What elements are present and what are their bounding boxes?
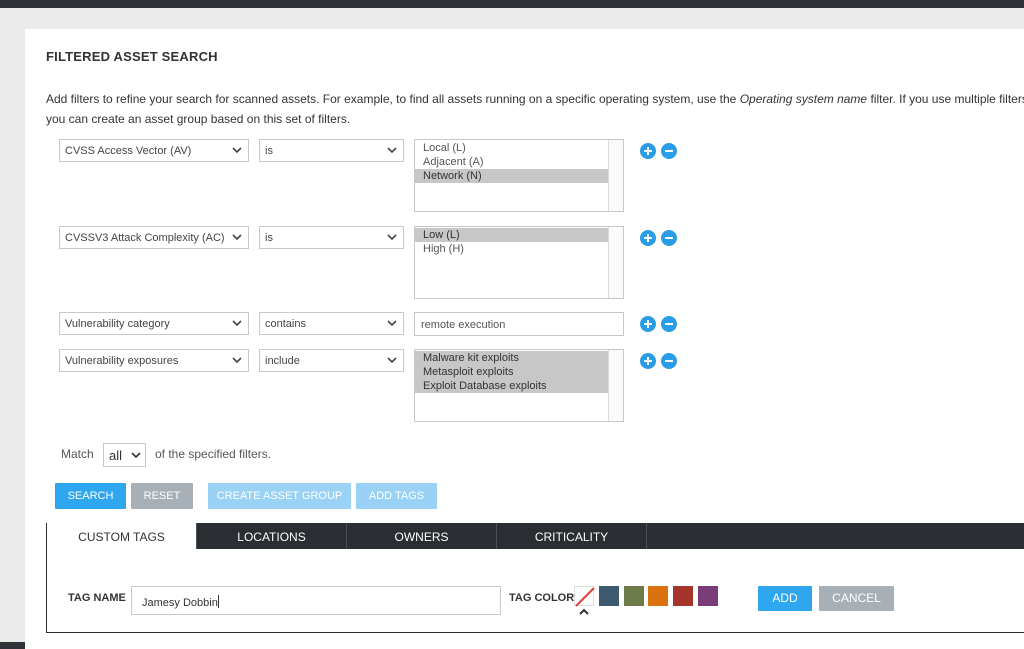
color-swatch-red[interactable] (673, 586, 693, 606)
filter-field-select-2[interactable]: CVSSV3 Attack Complexity (AC) (59, 226, 249, 249)
description-line-2: you can create an asset group based on t… (46, 112, 351, 126)
plus-circle-icon[interactable] (640, 316, 656, 332)
minus-circle-icon[interactable] (661, 316, 677, 332)
filter-field-value: CVSS Access Vector (AV) (65, 145, 192, 157)
tag-color-label: TAG COLOR (509, 592, 575, 604)
listbox-scrollbar[interactable] (608, 227, 623, 298)
list-option-selected[interactable]: Exploit Database exploits (415, 379, 608, 393)
chevron-down-icon (387, 320, 397, 327)
list-option-selected[interactable]: Malware kit exploits (415, 351, 608, 365)
list-option-selected[interactable]: Low (L) (415, 228, 608, 242)
filter-row-actions (640, 353, 678, 371)
tab-criticality[interactable]: CRITICALITY (497, 523, 647, 549)
dialog-description: Add filters to refine your search for sc… (46, 89, 1024, 129)
match-mode-select[interactable]: all (103, 443, 146, 467)
filter-field-select-4[interactable]: Vulnerability exposures (59, 349, 249, 372)
filter-values-listbox-1[interactable]: Local (L) Adjacent (A) Network (N) (414, 139, 624, 212)
filter-values-listbox-4[interactable]: Malware kit exploits Metasploit exploits… (414, 349, 624, 422)
tag-name-label: TAG NAME (68, 592, 126, 604)
color-swatch-purple[interactable] (698, 586, 718, 606)
dialog-title: FILTERED ASSET SEARCH (46, 49, 218, 64)
filter-operator-value: is (265, 232, 273, 244)
filter-values-listbox-2[interactable]: Low (L) High (H) (414, 226, 624, 299)
plus-circle-icon[interactable] (640, 353, 656, 369)
chevron-up-icon (579, 608, 589, 615)
listbox-scrollbar[interactable] (608, 350, 623, 421)
filter-row-actions (640, 230, 678, 248)
filter-field-select-1[interactable]: CVSS Access Vector (AV) (59, 139, 249, 162)
filter-operator-value: is (265, 145, 273, 157)
match-suffix: of the specified filters. (155, 447, 272, 461)
tab-custom-tags[interactable]: CUSTOM TAGS (47, 523, 197, 549)
search-button[interactable]: SEARCH (55, 483, 126, 509)
filter-operator-select-2[interactable]: is (259, 226, 404, 249)
description-text: Add filters to refine your search for sc… (46, 92, 737, 106)
filter-row-actions (640, 316, 678, 334)
cancel-tag-button[interactable]: CANCEL (819, 586, 894, 611)
list-option-selected[interactable]: Network (N) (415, 169, 608, 183)
match-label: Match (61, 447, 94, 461)
chevron-down-icon (131, 452, 141, 459)
description-text-end: filter. If you use multiple filters (870, 92, 1024, 106)
filter-field-value: Vulnerability category (65, 318, 170, 330)
chevron-down-icon (232, 234, 242, 241)
chevron-down-icon (232, 147, 242, 154)
tag-name-input[interactable]: Jamesy Dobbin (131, 586, 501, 615)
filter-value-input-3[interactable]: remote execution (414, 312, 624, 336)
filter-field-value: Vulnerability exposures (65, 355, 179, 367)
reset-button[interactable]: RESET (131, 483, 193, 509)
create-asset-group-button[interactable]: CREATE ASSET GROUP (208, 483, 351, 509)
filter-operator-select-3[interactable]: contains (259, 312, 404, 335)
description-emphasis: Operating system name (739, 92, 868, 106)
chevron-down-icon (232, 357, 242, 364)
filtered-asset-search-dialog: FILTERED ASSET SEARCH Add filters to ref… (25, 29, 1024, 649)
chevron-down-icon (387, 357, 397, 364)
color-swatch-orange[interactable] (648, 586, 668, 606)
minus-circle-icon[interactable] (661, 143, 677, 159)
listbox-scrollbar[interactable] (608, 140, 623, 211)
list-option[interactable]: High (H) (415, 242, 608, 256)
filter-field-select-3[interactable]: Vulnerability category (59, 312, 249, 335)
match-mode-value: all (109, 448, 123, 463)
top-bar (0, 0, 1024, 8)
filter-operator-value: include (265, 355, 300, 367)
tab-owners[interactable]: OWNERS (347, 523, 497, 549)
text-caret (217, 595, 219, 608)
list-option[interactable]: Local (L) (415, 141, 608, 155)
tag-type-tabs: CUSTOM TAGS LOCATIONS OWNERS CRITICALITY (46, 523, 1024, 549)
filter-operator-value: contains (265, 318, 306, 330)
chevron-down-icon (387, 234, 397, 241)
filter-field-value: CVSSV3 Attack Complexity (AC) (65, 232, 225, 244)
filter-row-actions (640, 143, 678, 161)
filter-operator-select-4[interactable]: include (259, 349, 404, 372)
color-swatch-olive[interactable] (624, 586, 644, 606)
add-tags-button[interactable]: ADD TAGS (356, 483, 437, 509)
list-option-selected[interactable]: Metasploit exploits (415, 365, 608, 379)
no-color-icon[interactable] (574, 586, 595, 607)
tab-locations[interactable]: LOCATIONS (197, 523, 347, 549)
add-tag-button[interactable]: ADD (758, 586, 812, 611)
list-option[interactable]: Adjacent (A) (415, 155, 608, 169)
minus-circle-icon[interactable] (661, 353, 677, 369)
plus-circle-icon[interactable] (640, 230, 656, 246)
chevron-down-icon (387, 147, 397, 154)
minus-circle-icon[interactable] (661, 230, 677, 246)
filter-operator-select-1[interactable]: is (259, 139, 404, 162)
plus-circle-icon[interactable] (640, 143, 656, 159)
tag-name-value: Jamesy Dobbin (142, 597, 218, 609)
color-swatch-slate[interactable] (599, 586, 619, 606)
chevron-down-icon (232, 320, 242, 327)
